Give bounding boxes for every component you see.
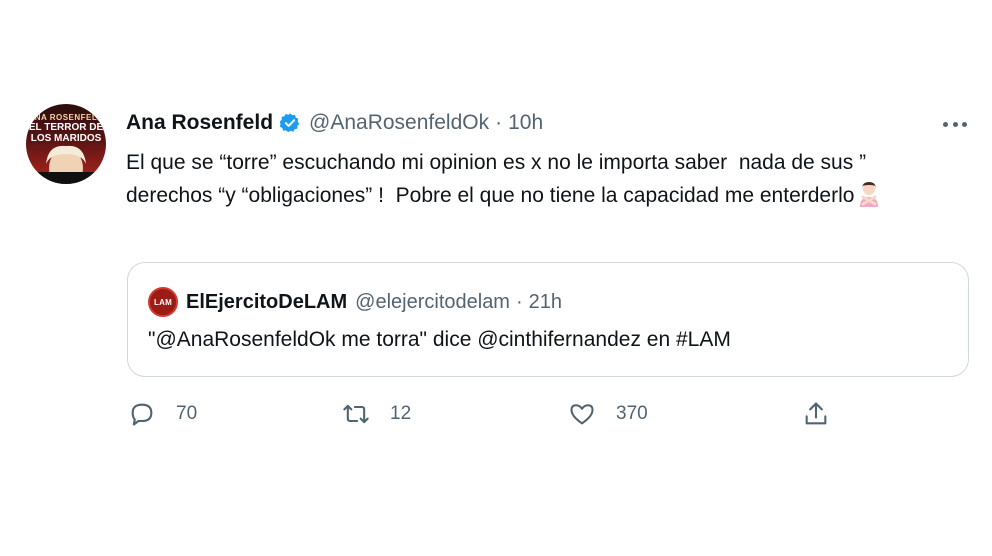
quoted-avatar[interactable]: LAM (148, 287, 178, 317)
reply-count: 70 (176, 403, 198, 424)
avatar-title: EL TERROR DE (28, 122, 104, 133)
tweet-timestamp[interactable]: 10h (508, 111, 543, 135)
retweet-button[interactable]: 12 (342, 396, 411, 432)
more-options-icon[interactable] (940, 112, 970, 136)
quoted-tweet[interactable]: LAM ElEjercitoDeLAM @elejercitodelam · 2… (127, 262, 969, 377)
like-button[interactable]: 370 (568, 396, 648, 432)
avatar-title: LOS MARIDOS (30, 133, 102, 144)
verified-badge-icon (279, 112, 301, 134)
woman-gesturing-no-icon (855, 180, 883, 208)
like-count: 370 (616, 403, 648, 424)
author-display-name[interactable]: Ana Rosenfeld (126, 111, 273, 135)
retweet-icon (343, 404, 369, 424)
retweet-count: 12 (390, 403, 412, 424)
quoted-display-name[interactable]: ElEjercitoDeLAM (186, 291, 347, 314)
tweet[interactable]: ANA ROSENFELD EL TERROR DE LOS MARIDOS A… (0, 0, 992, 556)
separator-dot: · (515, 290, 523, 313)
heart-icon (570, 404, 594, 425)
quoted-timestamp[interactable]: 21h (529, 291, 562, 314)
quoted-header: ElEjercitoDeLAM @elejercitodelam · 21h (186, 287, 562, 317)
share-icon (805, 402, 827, 425)
reply-icon (131, 403, 153, 426)
separator-dot: · (495, 111, 503, 134)
author-handle[interactable]: @AnaRosenfeldOk (309, 111, 489, 135)
quoted-text: "@AnaRosenfeldOk me torra" dice @cinthif… (148, 328, 731, 351)
reply-button[interactable]: 70 (128, 396, 197, 432)
tweet-text-content: El que se “torre” escuchando mi opinion … (126, 151, 872, 207)
share-button[interactable] (802, 396, 830, 432)
tweet-header: Ana Rosenfeld @AnaRosenfeldOk · 10h (126, 108, 543, 138)
tweet-text: El que se “torre” escuchando mi opinion … (126, 146, 956, 212)
quoted-avatar-label: LAM (154, 297, 172, 307)
tweet-actions: 70 12 370 (126, 396, 846, 432)
avatar-caption: ANA ROSENFELD (28, 113, 104, 122)
quoted-handle[interactable]: @elejercitodelam (355, 291, 510, 314)
author-avatar[interactable]: ANA ROSENFELD EL TERROR DE LOS MARIDOS (26, 104, 106, 184)
